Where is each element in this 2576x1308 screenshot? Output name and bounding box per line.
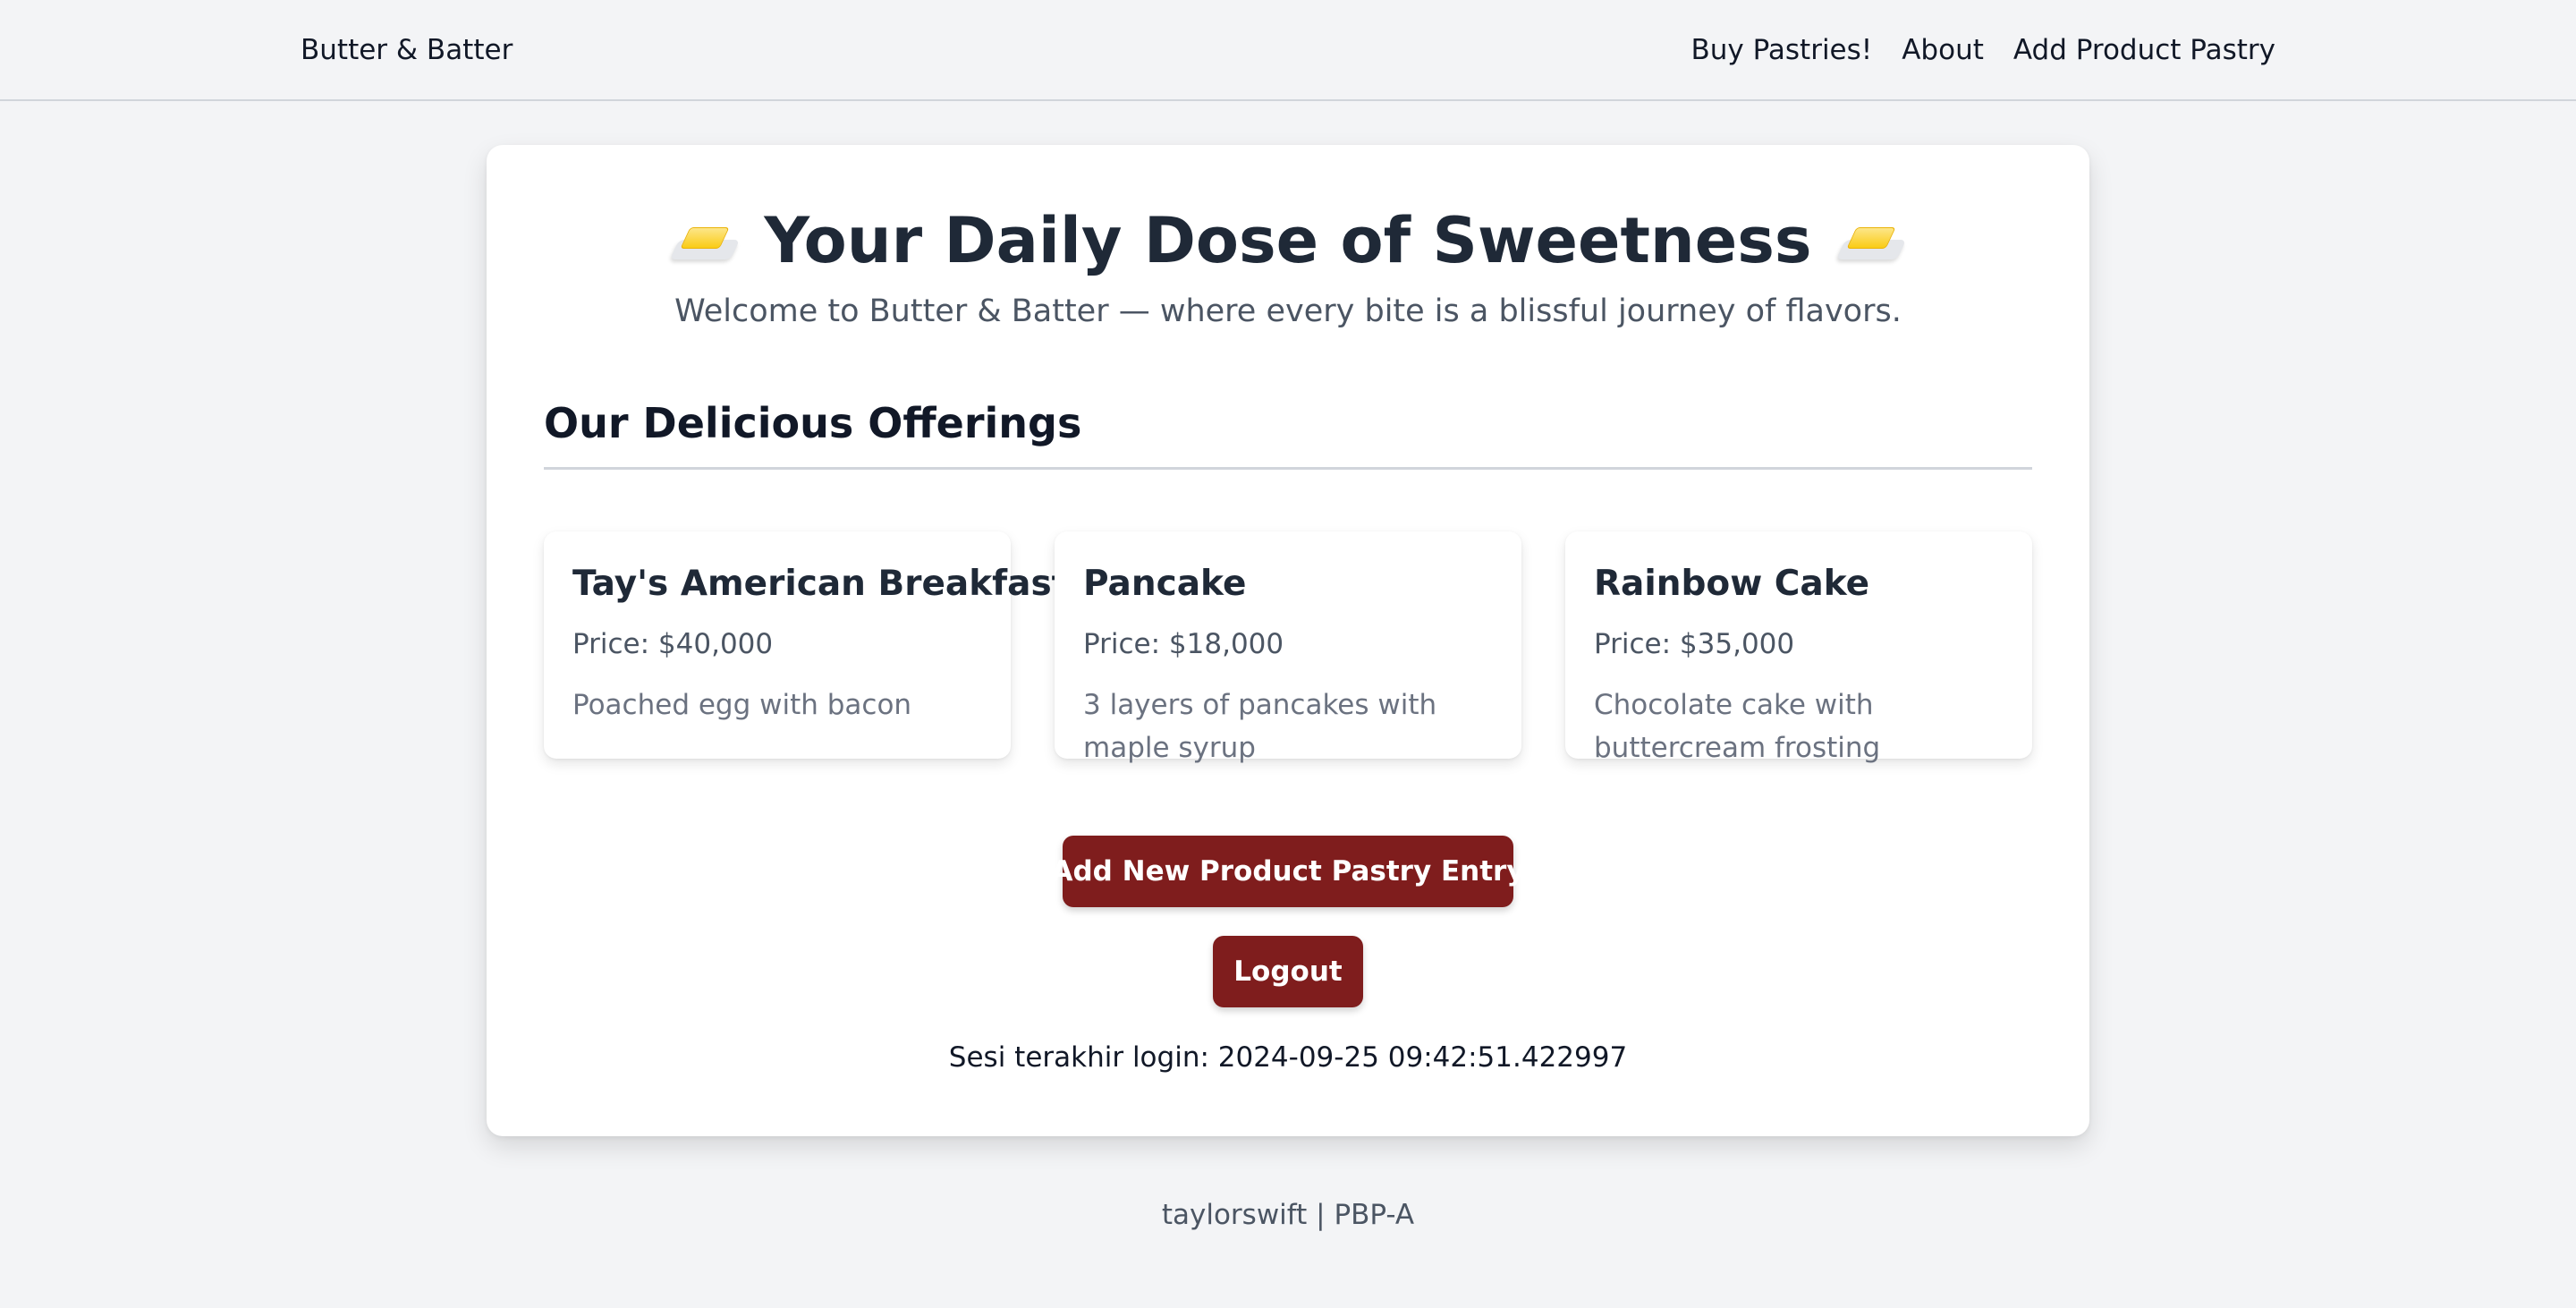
product-description: Chocolate cake with buttercream frosting: [1594, 689, 1881, 764]
product-card: Rainbow Cake Price: $35,000 Chocolate ca…: [1565, 531, 2032, 764]
butter-icon: [669, 222, 741, 261]
product-price: Price: $18,000: [1083, 628, 1284, 660]
section-divider: [544, 467, 2032, 470]
nav-links: Buy Pastries! About Add Product Pastry: [1690, 34, 2275, 66]
last-login-text: Sesi terakhir login: 2024-09-25 09:42:51…: [948, 1041, 1628, 1074]
hero-subtitle: Welcome to Butter & Batter — where every…: [674, 293, 1902, 329]
nav-link-about[interactable]: About: [1902, 34, 1984, 66]
footer-text: taylorswift | PBP-A: [1161, 1199, 1415, 1231]
hero-title-row: Your Daily Dose of Sweetness: [487, 202, 2089, 281]
logout-button[interactable]: Logout: [1213, 936, 1363, 1007]
butter-icon: [1835, 222, 1907, 261]
hero-title: Your Daily Dose of Sweetness: [764, 204, 1812, 277]
add-product-button[interactable]: Add New Product Pastry Entry: [1051, 836, 1525, 907]
product-description: Poached egg with bacon: [572, 689, 912, 721]
nav-link-add-product[interactable]: Add Product Pastry: [2013, 34, 2275, 66]
product-price: Price: $35,000: [1594, 628, 1795, 660]
product-name: Rainbow Cake: [1594, 564, 1870, 604]
brand-link[interactable]: Butter & Batter: [301, 34, 513, 66]
product-price: Price: $40,000: [572, 628, 774, 660]
nav-link-buy-pastries[interactable]: Buy Pastries!: [1690, 34, 1872, 66]
navbar: Butter & Batter Buy Pastries! About Add …: [0, 0, 2576, 101]
product-description: 3 layers of pancakes with maple syrup: [1083, 689, 1437, 764]
product-name: Tay's American Breakfast: [572, 564, 1069, 604]
product-card: Tay's American Breakfast Price: $40,000 …: [544, 531, 1068, 759]
product-card: Pancake Price: $18,000 3 layers of panca…: [1055, 531, 1521, 764]
section-title: Our Delicious Offerings: [544, 399, 1082, 447]
product-name: Pancake: [1083, 564, 1247, 604]
main-card: Your Daily Dose of Sweetness Welcome to …: [487, 145, 2089, 1136]
